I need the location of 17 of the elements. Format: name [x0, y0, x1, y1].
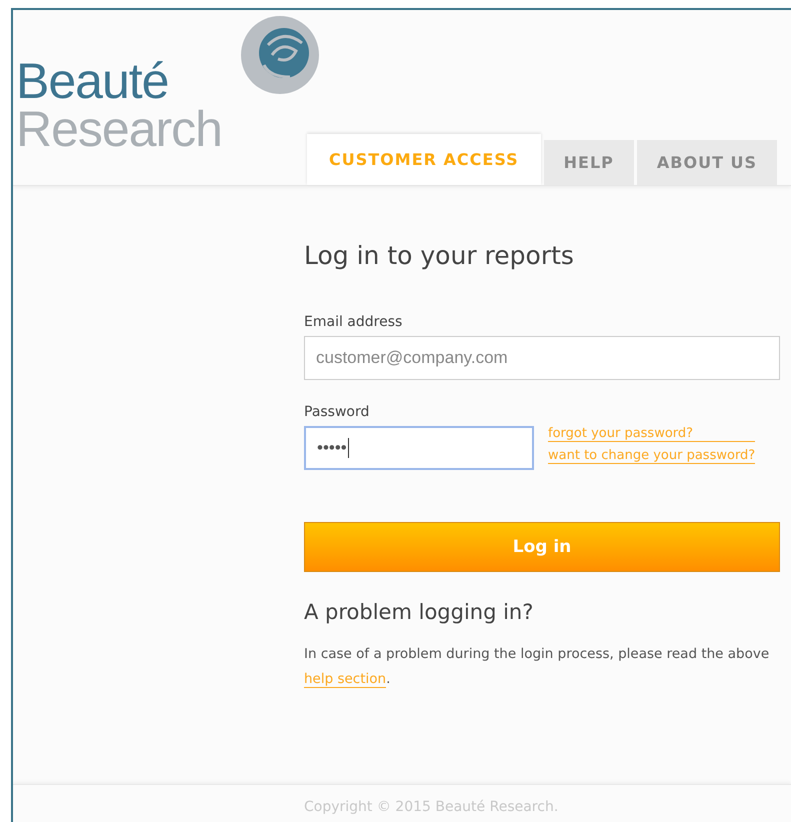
- nav-tab[interactable]: CUSTOMER ACCESS: [307, 134, 541, 185]
- logo-wordmark: Research: [16, 105, 222, 153]
- email-field[interactable]: customer@company.com: [304, 336, 780, 380]
- section-heading: A problem logging in?: [304, 600, 534, 624]
- logo-wordmark: Beauté: [16, 57, 170, 105]
- help-link[interactable]: help section: [304, 671, 386, 688]
- page-heading: Log in to your reports: [304, 241, 574, 270]
- field-label: Password: [304, 404, 370, 420]
- field-label: Email address: [304, 314, 402, 330]
- rose-logo-icon: [240, 15, 320, 95]
- password-link[interactable]: want to change your password?: [548, 448, 756, 464]
- nav-tab[interactable]: HELP: [544, 140, 634, 185]
- login-button[interactable]: Log in: [304, 522, 780, 572]
- nav-tab[interactable]: ABOUT US: [636, 140, 778, 185]
- password-link[interactable]: forgot your password?: [548, 426, 756, 442]
- help-paragraph: In case of a problem during the login process, please read the above help section.: [304, 645, 770, 690]
- password-field[interactable]: •••••: [304, 426, 534, 470]
